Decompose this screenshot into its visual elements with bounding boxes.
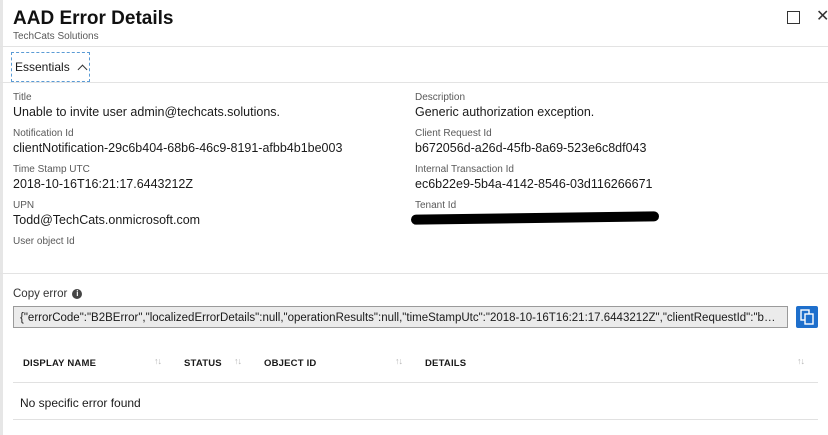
- timestamp-label: Time Stamp UTC: [13, 164, 90, 175]
- internal-transaction-id-label: Internal Transaction Id: [415, 164, 514, 175]
- upn-value: Todd@TechCats.onmicrosoft.com: [13, 213, 201, 227]
- notification-id-value: clientNotification-29c6b404-68b6-46c9-81…: [13, 141, 343, 155]
- description-value: Generic authorization exception.: [415, 105, 595, 119]
- timestamp-field: Time Stamp UTC 2018-10-16T16:21:17.64432…: [13, 163, 193, 193]
- copy-error-field[interactable]: {"errorCode":"B2BError","localizedErrorD…: [13, 306, 788, 328]
- column-status[interactable]: STATUS: [184, 358, 222, 369]
- internal-transaction-id-value: ec6b22e9-5b4a-4142-8546-03d116266671: [415, 177, 653, 191]
- title-label: Title: [13, 92, 32, 103]
- description-field: Description Generic authorization except…: [415, 91, 594, 121]
- internal-transaction-id-field: Internal Transaction Id ec6b22e9-5b4a-41…: [415, 163, 652, 193]
- maximize-icon[interactable]: [787, 10, 800, 24]
- user-object-id-field: User object Id: [13, 235, 75, 248]
- copy-error-heading: Copy error i: [13, 288, 83, 300]
- title-field: Title Unable to invite user admin@techca…: [13, 91, 280, 121]
- copy-button[interactable]: [796, 306, 818, 328]
- page-subtitle: TechCats Solutions: [13, 31, 99, 42]
- chevron-up-icon: [77, 64, 88, 74]
- essentials-label: Essentials: [15, 60, 70, 74]
- copy-error-label: Copy error: [13, 288, 68, 300]
- info-icon[interactable]: i: [72, 289, 83, 299]
- tenant-id-field: Tenant Id: [415, 199, 456, 212]
- client-request-id-label: Client Request Id: [415, 128, 492, 139]
- sort-icon[interactable]: ↑↓: [234, 356, 242, 366]
- table-header-divider: [13, 382, 818, 383]
- description-label: Description: [415, 92, 466, 103]
- column-object-id[interactable]: OBJECT ID: [264, 358, 316, 369]
- notification-id-field: Notification Id clientNotification-29c6b…: [13, 127, 342, 157]
- blade-left-border: [0, 0, 3, 435]
- sort-icon[interactable]: ↑↓: [797, 356, 805, 366]
- table-row-divider: [13, 419, 818, 420]
- error-details-blade: AAD Error Details TechCats Solutions ✕ E…: [0, 0, 828, 435]
- column-display-name[interactable]: DISPLAY NAME: [23, 358, 96, 369]
- essentials-divider: [0, 82, 828, 83]
- essentials-toggle[interactable]: Essentials: [11, 52, 90, 82]
- upn-field: UPN Todd@TechCats.onmicrosoft.com: [13, 199, 200, 229]
- essentials-bottom-divider: [0, 273, 828, 274]
- upn-label: UPN: [13, 200, 35, 211]
- blade-header: AAD Error Details TechCats Solutions: [13, 7, 174, 43]
- client-request-id-value: b672056d-a26d-45fb-8a69-523e6c8df043: [415, 141, 647, 155]
- tenant-id-label: Tenant Id: [415, 200, 457, 211]
- timestamp-value: 2018-10-16T16:21:17.6443212Z: [13, 177, 194, 191]
- header-divider: [0, 46, 828, 47]
- client-request-id-field: Client Request Id b672056d-a26d-45fb-8a6…: [415, 127, 646, 157]
- notification-id-label: Notification Id: [13, 128, 74, 139]
- sort-icon[interactable]: ↑↓: [395, 356, 403, 366]
- tenant-id-redaction: [410, 211, 660, 225]
- close-icon[interactable]: ✕: [816, 9, 828, 25]
- page-title: AAD Error Details: [13, 8, 174, 29]
- blade-window-controls: ✕: [787, 9, 828, 25]
- copy-icon: [800, 309, 814, 325]
- user-object-id-label: User object Id: [13, 236, 75, 247]
- table-empty-message: No specific error found: [20, 396, 141, 410]
- column-details[interactable]: DETAILS: [425, 358, 466, 369]
- title-value: Unable to invite user admin@techcats.sol…: [13, 105, 280, 119]
- sort-icon[interactable]: ↑↓: [154, 356, 162, 366]
